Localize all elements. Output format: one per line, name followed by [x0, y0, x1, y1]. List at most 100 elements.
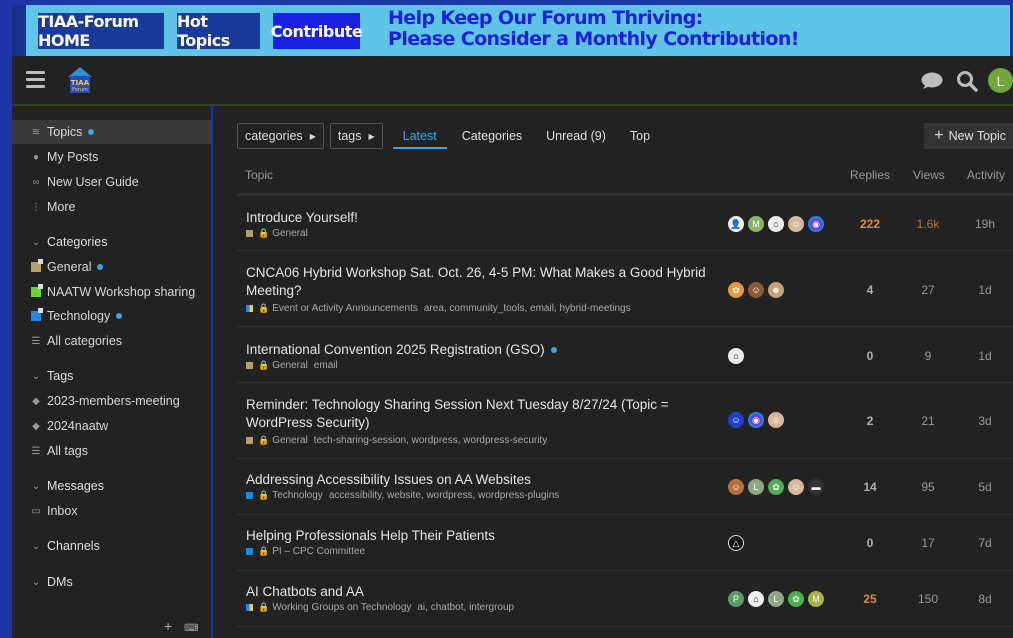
plus-icon[interactable]: +: [164, 618, 172, 634]
reply-count[interactable]: 0: [850, 536, 890, 550]
activity-time[interactable]: 1d: [965, 283, 1005, 297]
avatar[interactable]: ◉: [748, 412, 764, 428]
sidebar-item-all-tags[interactable]: ☰ All tags: [12, 439, 212, 463]
avatar[interactable]: ⌂: [768, 216, 784, 232]
tags-dropdown[interactable]: tags ▶: [329, 123, 383, 149]
topic-tags[interactable]: area, community_tools, email, hybrid-mee…: [424, 303, 631, 314]
column-header-topic[interactable]: Topic: [245, 168, 273, 182]
chat-icon[interactable]: [920, 71, 944, 91]
reply-count[interactable]: 2: [850, 414, 890, 428]
topic-row[interactable]: International Convention 2025 Registrati…: [237, 328, 1013, 383]
topic-category[interactable]: General: [272, 360, 308, 371]
reply-count[interactable]: 14: [850, 480, 890, 494]
avatar[interactable]: △: [728, 535, 744, 551]
forum-home-button[interactable]: TIAA-Forum HOME: [38, 12, 164, 50]
avatar[interactable]: L: [768, 591, 784, 607]
activity-time[interactable]: 3d: [965, 414, 1005, 428]
topic-title[interactable]: International Convention 2025 Registrati…: [246, 342, 545, 357]
sidebar-item-more[interactable]: ⋮ More: [12, 195, 212, 219]
topic-row[interactable]: Addressing Accessibility Issues on AA We…: [237, 460, 1013, 515]
topic-row[interactable]: CNCA06 Hybrid Workshop Sat. Oct. 26, 4-5…: [237, 252, 1013, 327]
avatar[interactable]: L: [748, 479, 764, 495]
avatar[interactable]: ☺: [728, 412, 744, 428]
sidebar-section-channels[interactable]: ⌄ Channels: [12, 534, 212, 558]
avatar[interactable]: M: [748, 216, 764, 232]
topic-category[interactable]: Technology: [272, 490, 323, 501]
topic-category[interactable]: General: [272, 435, 308, 446]
column-header-replies[interactable]: Replies: [850, 168, 890, 182]
reply-count[interactable]: 4: [850, 283, 890, 297]
avatar[interactable]: 👤: [728, 216, 744, 232]
activity-time[interactable]: 19h: [965, 217, 1005, 231]
topic-category[interactable]: General: [272, 228, 308, 239]
avatar[interactable]: ◉: [808, 216, 824, 232]
contribute-button[interactable]: Contribute: [271, 13, 363, 49]
sidebar-item-all-categories[interactable]: ☰ All categories: [12, 329, 212, 353]
topic-title[interactable]: Introduce Yourself!: [246, 209, 716, 227]
topic-tags[interactable]: accessibility, website, wordpress, wordp…: [329, 490, 559, 501]
user-avatar[interactable]: L: [988, 68, 1013, 93]
topic-tags[interactable]: ai, chatbot, intergroup: [417, 602, 514, 613]
activity-time[interactable]: 5d: [965, 480, 1005, 494]
sidebar-item-inbox[interactable]: ▭ Inbox: [12, 499, 212, 523]
activity-time[interactable]: 1d: [965, 349, 1005, 363]
search-icon[interactable]: [956, 70, 978, 92]
topic-category[interactable]: PI – CPC Committee: [272, 546, 365, 557]
sidebar-section-messages[interactable]: ⌄ Messages: [12, 474, 212, 498]
sidebar-item-naatw[interactable]: NAATW Workshop sharing: [12, 280, 212, 304]
hot-topics-button[interactable]: Hot Topics: [177, 12, 260, 50]
avatar[interactable]: ▬: [808, 479, 824, 495]
topic-title[interactable]: Reminder: Technology Sharing Session Nex…: [246, 396, 716, 432]
topic-tags[interactable]: tech-sharing-session, wordpress, wordpre…: [314, 435, 547, 446]
avatar[interactable]: ⌂: [748, 591, 764, 607]
topic-category[interactable]: Working Groups on Technology: [272, 602, 411, 613]
sidebar-section-tags[interactable]: ⌄ Tags: [12, 364, 212, 388]
sidebar-item-new-user-guide[interactable]: ∞ New User Guide: [12, 170, 212, 194]
avatar[interactable]: ✿: [788, 591, 804, 607]
banner-message[interactable]: Help Keep Our Forum Thriving: Please Con…: [388, 8, 799, 50]
new-topic-button[interactable]: + New Topic: [924, 123, 1013, 149]
avatar[interactable]: ☺: [748, 282, 764, 298]
reply-count[interactable]: 25: [850, 592, 890, 606]
hamburger-menu-icon[interactable]: [26, 71, 45, 88]
topic-row[interactable]: Helping Professionals Help Their Patient…: [237, 516, 1013, 571]
sidebar-section-categories[interactable]: ⌄ Categories: [12, 230, 212, 254]
column-header-activity[interactable]: Activity: [967, 168, 1005, 182]
topic-title[interactable]: CNCA06 Hybrid Workshop Sat. Oct. 26, 4-5…: [246, 264, 716, 300]
sidebar-item-my-posts[interactable]: ● My Posts: [12, 145, 212, 169]
avatar[interactable]: ☻: [768, 282, 784, 298]
avatar[interactable]: ⌂: [728, 348, 744, 364]
tab-unread[interactable]: Unread (9): [546, 123, 606, 149]
sidebar-item-tag-2024naatw[interactable]: ◆ 2024naatw: [12, 414, 212, 438]
avatar[interactable]: ✿: [768, 479, 784, 495]
sidebar-section-dms[interactable]: ⌄ DMs: [12, 570, 212, 594]
topic-row[interactable]: Introduce Yourself! 🔒 General 👤 M ⌂ ☺ ◉ …: [237, 196, 1013, 251]
categories-dropdown[interactable]: categories ▶: [237, 123, 324, 149]
tab-latest[interactable]: Latest: [392, 123, 447, 149]
tab-top[interactable]: Top: [630, 123, 650, 149]
topic-tags[interactable]: email: [314, 360, 338, 371]
avatar[interactable]: ☺: [728, 479, 744, 495]
topic-title[interactable]: Helping Professionals Help Their Patient…: [246, 527, 716, 545]
reply-count[interactable]: 0: [850, 349, 890, 363]
column-header-views[interactable]: Views: [913, 168, 945, 182]
forum-logo[interactable]: TIAA Forum: [67, 66, 93, 94]
avatar[interactable]: M: [808, 591, 824, 607]
activity-time[interactable]: 7d: [965, 536, 1005, 550]
avatar[interactable]: ✿: [728, 282, 744, 298]
tab-categories[interactable]: Categories: [462, 123, 522, 149]
keyboard-icon[interactable]: ⌨: [184, 623, 198, 634]
avatar[interactable]: P: [728, 591, 744, 607]
sidebar-item-topics[interactable]: ≋ Topics: [12, 120, 212, 144]
sidebar-item-general[interactable]: General: [12, 255, 212, 279]
activity-time[interactable]: 8d: [965, 592, 1005, 606]
avatar[interactable]: ☺: [768, 412, 784, 428]
topic-title[interactable]: AI Chatbots and AA: [246, 583, 716, 601]
avatar[interactable]: ☺: [788, 479, 804, 495]
topic-category[interactable]: Event or Activity Announcements: [272, 303, 418, 314]
reply-count[interactable]: 222: [850, 217, 890, 231]
topic-title[interactable]: Addressing Accessibility Issues on AA We…: [246, 471, 716, 489]
topic-row[interactable]: AI Chatbots and AA 🔒 Working Groups on T…: [237, 572, 1013, 627]
avatar[interactable]: ☺: [788, 216, 804, 232]
sidebar-item-tag-2023[interactable]: ◆ 2023-members-meeting: [12, 389, 212, 413]
